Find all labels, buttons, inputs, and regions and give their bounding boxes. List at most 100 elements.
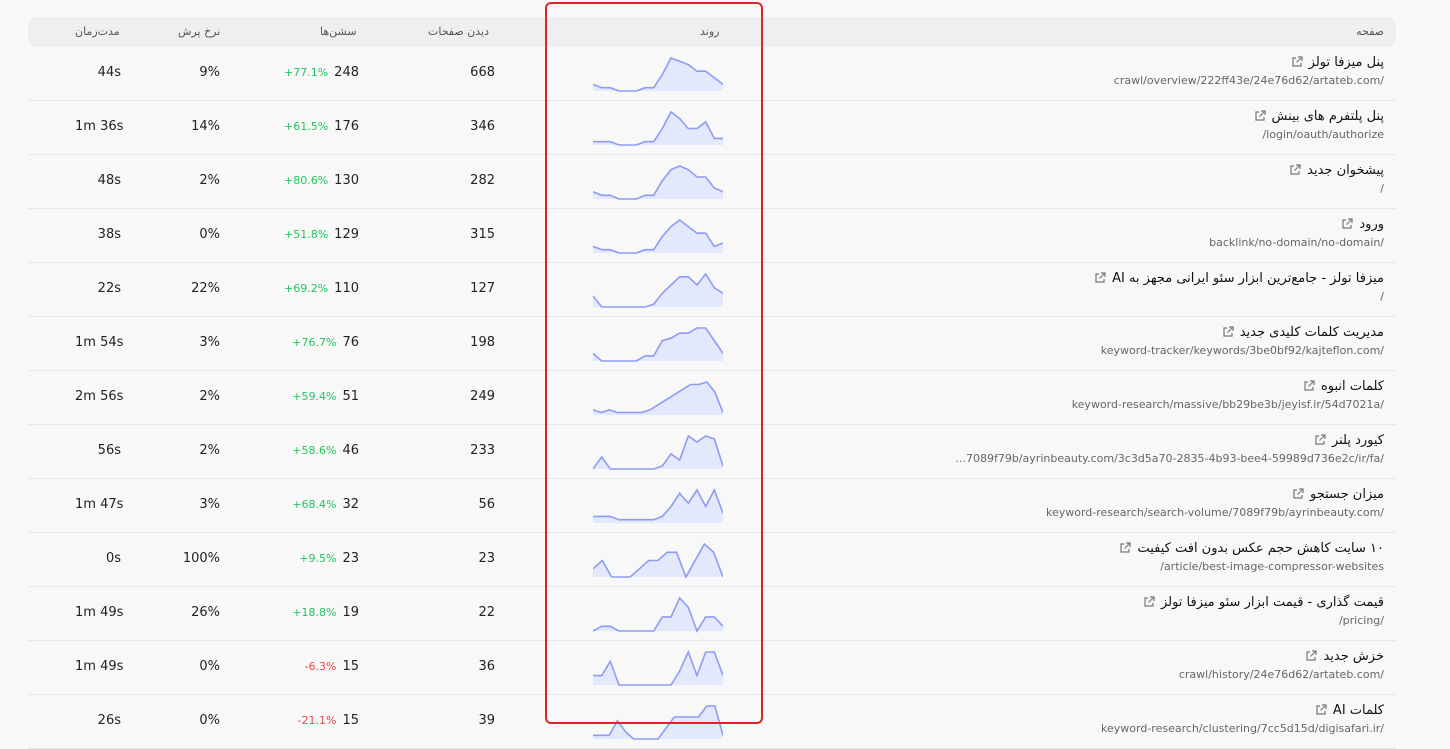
page-title[interactable]: پیشخوان جدید [1307,163,1384,178]
sessions-cell: +9.5% 23 [299,551,359,566]
header-page[interactable]: صفحه [1356,25,1384,38]
page-title[interactable]: کلمات انبوه [1321,379,1384,394]
table-row[interactable]: 48s 2% +80.6% 130 282 پیشخوان جدید / [28,155,1396,209]
sessions-change: +61.5% [284,120,329,133]
header-bounce-rate[interactable]: نرخ پرش [178,25,220,38]
external-link-icon[interactable] [1094,272,1106,290]
page-cell: کیورد پلنر ...7089f79b/ayrinbeauty.com/3… [824,432,1384,466]
page-title[interactable]: میزان جستجو [1310,487,1384,502]
page-title[interactable]: کلمات AI [1333,703,1384,718]
duration-cell: 44s [97,65,121,80]
table-row[interactable]: 22s 22% +69.2% 110 127 میزفا تولز - جامع‌… [28,263,1396,317]
page-cell: ورود backlink/no-domain/no-domain/ [824,216,1384,250]
duration-cell: 38s [97,227,121,242]
bounce-rate-cell: 3% [199,497,220,512]
sessions-count: 130 [334,173,359,188]
header-pageviews[interactable]: دیدن صفحات [428,25,489,38]
sessions-change: +76.7% [292,336,337,349]
table-row[interactable]: 1m 36s 14% +61.5% 176 346 پنل پلتفرم های … [28,101,1396,155]
external-link-icon[interactable] [1143,596,1155,614]
sessions-change: +58.6% [292,444,337,457]
trend-sparkline [593,214,723,256]
page-title[interactable]: قیمت گذاری - قیمت ابزار سئو میزفا تولز [1161,595,1384,610]
table-row[interactable]: 1m 49s 26% +18.8% 19 22 قیمت گذاری - قیمت… [28,587,1396,641]
duration-cell: 1m 36s [75,119,124,134]
sessions-change: -6.3% [304,660,337,673]
page-cell: میزفا تولز - جامع‌ترین ابزار سئو ایرانی … [824,270,1384,304]
sessions-cell: +58.6% 46 [292,443,359,458]
page-cell: خزش جدید crawl/history/24e76d62/artateb.… [824,648,1384,682]
sparkline-area [593,58,723,91]
page-title[interactable]: کیورد پلنر [1332,433,1384,448]
page-cell: کلمات انبوه keyword-research/massive/bb2… [824,378,1384,412]
sessions-cell: +59.4% 51 [292,389,359,404]
sessions-cell: +18.8% 19 [292,605,359,620]
sessions-change: +80.6% [284,174,329,187]
duration-cell: 56s [97,443,121,458]
table-row[interactable]: 26s 0% -21.1% 15 39 کلمات AI keyword-rese… [28,695,1396,749]
sparkline-area [593,382,723,415]
table-row[interactable]: 0s 100% +9.5% 23 23 ۱۰ سایت کاهش حجم عکس … [28,533,1396,587]
external-link-icon[interactable] [1254,110,1266,128]
external-link-icon[interactable] [1315,704,1327,722]
sparkline-area [593,112,723,145]
table-row[interactable]: 38s 0% +51.8% 129 315 ورود backlink/no-do… [28,209,1396,263]
sessions-cell: +77.1% 248 [284,65,359,80]
sessions-change: +59.4% [292,390,337,403]
external-link-icon[interactable] [1314,434,1326,452]
page-url: /login/oauth/authorize [1262,128,1385,141]
external-link-icon[interactable] [1291,56,1303,74]
sessions-cell: +76.7% 76 [292,335,359,350]
sessions-cell: +68.4% 32 [292,497,359,512]
external-link-icon[interactable] [1341,218,1353,236]
pageviews-cell: 282 [470,173,495,188]
trend-sparkline [593,160,723,202]
table-row[interactable]: 1m 54s 3% +76.7% 76 198 مدیریت کلمات کلید… [28,317,1396,371]
external-link-icon[interactable] [1222,326,1234,344]
sessions-change: +69.2% [284,282,329,295]
page-title[interactable]: پنل میزفا تولز [1309,55,1384,70]
table-row[interactable]: 44s 9% +77.1% 248 668 پنل میزفا تولز craw… [28,47,1396,101]
table-header: مدت‌زمان نرخ پرش سشن‌ها دیدن صفحات روند … [28,17,1396,47]
sessions-change: +77.1% [284,66,329,79]
duration-cell: 22s [97,281,121,296]
external-link-icon[interactable] [1119,542,1132,560]
page-url: ...7089f79b/ayrinbeauty.com/3c3d5a70-283… [955,452,1384,465]
external-link-icon[interactable] [1292,488,1304,506]
trend-sparkline [593,52,723,94]
page-cell: پنل پلتفرم های بینش /login/oauth/authori… [824,108,1384,142]
page-url: crawl/overview/222ff43e/24e76d62/artateb… [1113,74,1384,87]
trend-sparkline [593,430,723,472]
sessions-change: +9.5% [299,552,337,565]
page-url: / [1380,182,1384,195]
sparkline-area [593,274,723,307]
table-row[interactable]: 56s 2% +58.6% 46 233 کیورد پلنر ...7089f7… [28,425,1396,479]
external-link-icon[interactable] [1289,164,1301,182]
page-title[interactable]: مدیریت کلمات کلیدی جدید [1240,325,1384,340]
trend-sparkline [593,268,723,310]
page-cell: پیشخوان جدید / [824,162,1384,196]
external-link-icon[interactable] [1305,650,1318,668]
table-row[interactable]: 1m 47s 3% +68.4% 32 56 میزان جستجو keywor… [28,479,1396,533]
page-title[interactable]: ۱۰ سایت کاهش حجم عکس بدون افت کیفیت [1137,541,1384,556]
header-duration[interactable]: مدت‌زمان [75,25,120,38]
table-row[interactable]: 2m 56s 2% +59.4% 51 249 کلمات انبوه keywo… [28,371,1396,425]
bounce-rate-cell: 9% [199,65,220,80]
page-title[interactable]: میزفا تولز - جامع‌ترین ابزار سئو ایرانی … [1112,271,1384,286]
table-row[interactable]: 1m 49s 0% -6.3% 15 36 خزش جدید crawl/hist… [28,641,1396,695]
external-link-icon[interactable] [1303,380,1315,398]
sparkline-area [593,436,723,469]
page-cell: ۱۰ سایت کاهش حجم عکس بدون افت کیفیت /art… [824,540,1384,574]
page-title[interactable]: ورود [1359,217,1384,232]
page-url: / [1380,290,1384,303]
sessions-change: +68.4% [292,498,337,511]
sessions-change: -21.1% [297,714,337,727]
page-title[interactable]: خزش جدید [1323,649,1384,664]
page-title[interactable]: پنل پلتفرم های بینش [1272,109,1384,124]
trend-sparkline [593,484,723,526]
trend-sparkline [593,700,723,742]
sparkline-area [593,598,723,631]
header-sessions[interactable]: سشن‌ها [320,25,357,38]
sessions-cell: -6.3% 15 [305,659,359,674]
trend-sparkline [593,538,723,580]
